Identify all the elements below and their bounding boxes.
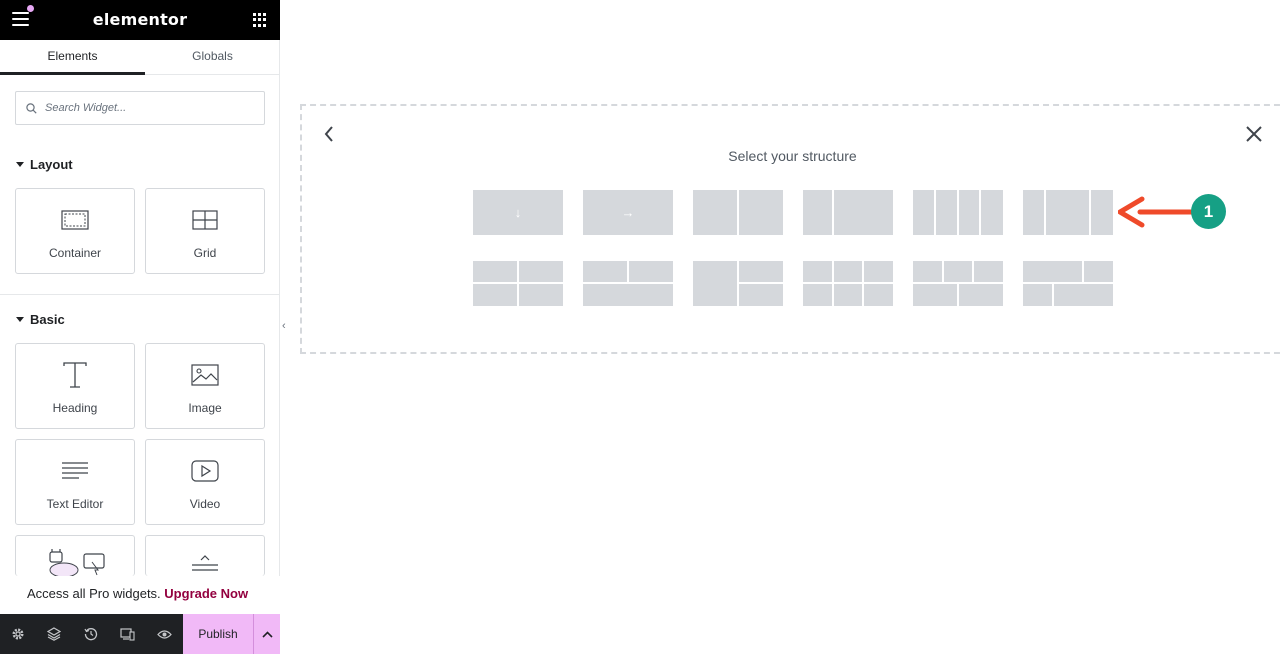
promo-text: Access all Pro widgets. (27, 586, 161, 601)
preset-grid-2-top-2-bottom-offset[interactable] (1023, 261, 1113, 306)
video-icon (191, 460, 219, 482)
widget-image[interactable]: Image (145, 343, 265, 429)
preset-two-columns-wide-right[interactable] (803, 190, 893, 235)
structure-selector-area (300, 104, 1280, 354)
preset-grid-left-tall-right-stacked[interactable] (693, 261, 783, 306)
widget-label: Container (48, 246, 102, 260)
close-icon[interactable] (1245, 125, 1263, 143)
text-editor-icon (62, 462, 88, 479)
publish-button[interactable]: Publish (183, 614, 253, 654)
widget-grid[interactable]: Grid (145, 188, 265, 274)
widget-label: Video (189, 497, 221, 511)
back-chevron-icon[interactable] (322, 124, 336, 144)
responsive-icon[interactable] (119, 626, 135, 642)
preview-icon[interactable] (156, 626, 172, 642)
brand-logo: elementor (92, 10, 188, 29)
step-badge: 1 (1191, 194, 1226, 229)
search-box (15, 91, 265, 125)
section-basic[interactable]: Basic (16, 312, 65, 327)
widget-label: Heading (52, 401, 98, 415)
collapse-panel-icon[interactable]: ‹ (282, 320, 286, 332)
image-icon (191, 364, 219, 386)
publish-options-button[interactable] (253, 614, 280, 654)
widget-container[interactable]: Container (15, 188, 135, 274)
divider-icon (192, 555, 218, 571)
widget-heading[interactable]: Heading (15, 343, 135, 429)
section-basic-title: Basic (30, 312, 65, 327)
preset-grid-3-top-2-bottom[interactable] (913, 261, 1003, 306)
preset-four-columns[interactable] (913, 190, 1003, 235)
widget-pro-locked[interactable] (15, 535, 135, 576)
preset-grid-3x2[interactable] (803, 261, 893, 306)
preset-two-columns[interactable] (693, 190, 783, 235)
layers-icon[interactable] (46, 626, 62, 642)
heading-icon (63, 362, 87, 388)
widget-label: Image (188, 401, 222, 415)
annotation-arrow-icon (1118, 196, 1194, 228)
pro-upgrade-banner: Access all Pro widgets. Upgrade Now (0, 576, 280, 614)
widget-divider[interactable] (145, 535, 265, 576)
widget-label: Text Editor (46, 497, 104, 511)
container-icon (61, 210, 89, 230)
pro-widgets-illustration-icon (49, 549, 105, 576)
chevron-up-icon (261, 630, 273, 638)
search-icon (26, 103, 37, 114)
panel-header: elementor (0, 0, 280, 40)
upgrade-now-link[interactable]: Upgrade Now (164, 586, 248, 601)
section-layout[interactable]: Layout (16, 157, 73, 172)
structure-title: Select your structure (728, 148, 857, 164)
arrow-right-icon: → (621, 205, 635, 220)
tab-elements[interactable]: Elements (0, 40, 145, 75)
editor-panel: elementor Elements Globals Layout Contai… (0, 0, 280, 654)
section-layout-title: Layout (30, 157, 73, 172)
widget-text-editor[interactable]: Text Editor (15, 439, 135, 525)
preset-flex-column[interactable]: ↓ (473, 190, 563, 235)
preset-grid-top-split-bottom-full[interactable] (583, 261, 673, 306)
history-icon[interactable] (83, 626, 99, 642)
section-divider (0, 294, 280, 295)
arrow-down-icon: ↓ (514, 205, 522, 220)
caret-down-icon (16, 317, 24, 322)
preset-flex-row[interactable]: → (583, 190, 673, 235)
preset-grid-2x2[interactable] (473, 261, 563, 306)
widgets-grid-icon[interactable] (253, 13, 267, 27)
search-input[interactable] (45, 98, 255, 118)
panel-tabs: Elements Globals (0, 40, 280, 75)
preset-three-columns-wide-middle[interactable] (1023, 190, 1113, 235)
widget-video[interactable]: Video (145, 439, 265, 525)
widget-label: Grid (193, 246, 217, 260)
grid-layout-icon (192, 210, 218, 230)
settings-icon[interactable] (10, 626, 26, 642)
caret-down-icon (16, 162, 24, 167)
tab-globals[interactable]: Globals (140, 40, 285, 75)
panel-footer: Publish (0, 614, 280, 654)
